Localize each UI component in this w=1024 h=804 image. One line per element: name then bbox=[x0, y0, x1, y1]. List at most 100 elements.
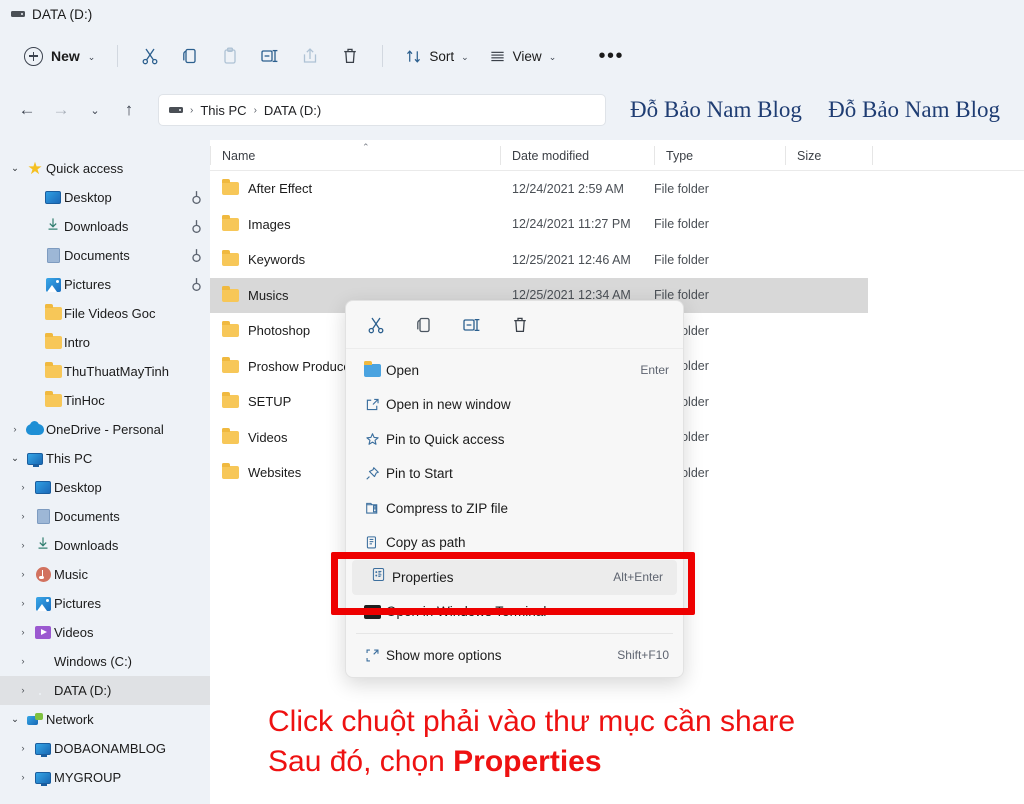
chevron-right-icon[interactable]: › bbox=[14, 743, 32, 754]
table-row[interactable]: Keywords 12/25/2021 12:46 AM File folder bbox=[210, 242, 1024, 278]
more-button[interactable]: ••• bbox=[591, 38, 631, 74]
forward-button[interactable]: → bbox=[44, 93, 78, 127]
sidebar-item-downloads[interactable]: Downloads ⚲ bbox=[0, 212, 210, 241]
chevron-right-icon[interactable]: › bbox=[14, 627, 32, 638]
command-bar: New ⌄ Sort ⌄ View ⌄ ••• bbox=[0, 28, 1024, 84]
paste-button[interactable] bbox=[210, 38, 250, 74]
rename-button[interactable] bbox=[250, 38, 290, 74]
chevron-right-icon[interactable]: › bbox=[14, 511, 32, 522]
zip-icon bbox=[358, 500, 386, 517]
file-name-cell[interactable]: SETUP bbox=[222, 384, 291, 420]
sidebar-item-pictures[interactable]: Pictures ⚲ bbox=[0, 270, 210, 299]
sort-button[interactable]: Sort ⌄ bbox=[395, 38, 478, 74]
chevron-down-icon[interactable]: ⌄ bbox=[6, 453, 24, 464]
chevron-down-icon: ⌄ bbox=[461, 51, 469, 62]
desktop-icon bbox=[32, 481, 54, 494]
view-button[interactable]: View ⌄ bbox=[479, 38, 567, 74]
navigation-pane[interactable]: ⌄ ★ Quick access Desktop ⚲ Downloads ⚲ Document… bbox=[0, 140, 210, 804]
pin-icon[interactable]: ⚲ bbox=[191, 247, 202, 265]
context-menu-item-pin-to-start[interactable]: Pin to Start bbox=[346, 457, 683, 492]
delete-icon bbox=[344, 48, 357, 64]
context-menu-item-compress-to-zip-file[interactable]: Compress to ZIP file bbox=[346, 491, 683, 526]
sidebar-item-documents[interactable]: Documents ⚲ bbox=[0, 241, 210, 270]
sidebar-item-file-videos-goc[interactable]: File Videos Goc bbox=[0, 299, 210, 328]
context-rename-button[interactable] bbox=[452, 307, 492, 343]
context-menu-item-open[interactable]: Open Enter bbox=[346, 353, 683, 388]
sidebar-item-label: Pictures bbox=[64, 277, 111, 292]
recent-locations-button[interactable]: ⌄ bbox=[78, 93, 112, 127]
sidebar-item-downloads[interactable]: › Downloads bbox=[0, 531, 210, 560]
context-menu-item-pin-to-quick-access[interactable]: Pin to Quick access bbox=[346, 422, 683, 457]
rename-icon bbox=[463, 318, 480, 331]
chevron-right-icon[interactable]: › bbox=[14, 482, 32, 493]
chevron-right-icon[interactable]: › bbox=[14, 772, 32, 783]
chevron-right-icon[interactable]: › bbox=[6, 424, 24, 435]
sidebar-item-desktop[interactable]: Desktop ⚲ bbox=[0, 183, 210, 212]
context-menu-item-open-in-windows-terminal[interactable]: >_ Open in Windows Terminal bbox=[346, 595, 683, 630]
cloud-icon bbox=[26, 421, 44, 435]
sidebar-item-videos[interactable]: › Videos bbox=[0, 618, 210, 647]
file-name-cell[interactable]: Keywords bbox=[222, 242, 305, 278]
chevron-right-icon[interactable]: › bbox=[14, 598, 32, 609]
context-menu-item-copy-as-path[interactable]: Copy as path bbox=[346, 526, 683, 561]
context-menu-item-properties[interactable]: Properties Alt+Enter bbox=[352, 560, 677, 595]
file-name-cell[interactable]: Proshow Produce bbox=[222, 349, 351, 385]
sidebar-item-music[interactable]: › Music bbox=[0, 560, 210, 589]
column-header-date-modified[interactable]: Date modified bbox=[500, 140, 654, 171]
table-row[interactable]: After Effect 12/24/2021 2:59 AM File folde… bbox=[210, 171, 1024, 207]
file-name-cell[interactable]: Musics bbox=[222, 278, 288, 314]
sidebar-item-thuthuatmaytinh[interactable]: ThuThuatMayTinh bbox=[0, 357, 210, 386]
sidebar-item-network[interactable]: ⌄ Network bbox=[0, 705, 210, 734]
delete-button[interactable] bbox=[330, 38, 370, 74]
pin-icon[interactable]: ⚲ bbox=[191, 189, 202, 207]
context-menu[interactable]: Open Enter Open in new window Pin to Quick … bbox=[345, 300, 684, 678]
sidebar-item-this-pc[interactable]: ⌄ This PC bbox=[0, 444, 210, 473]
sidebar-item-pictures[interactable]: › Pictures bbox=[0, 589, 210, 618]
table-row[interactable]: Images 12/24/2021 11:27 PM File folder bbox=[210, 207, 1024, 243]
breadcrumb-this-pc[interactable]: This PC bbox=[200, 103, 246, 118]
column-header-type[interactable]: Type bbox=[654, 140, 785, 171]
context-menu-item-open-in-new-window[interactable]: Open in new window bbox=[346, 388, 683, 423]
chevron-right-icon[interactable]: › bbox=[14, 656, 32, 667]
sidebar-item-intro[interactable]: Intro bbox=[0, 328, 210, 357]
column-header-size[interactable]: Size bbox=[785, 140, 872, 171]
column-header-name[interactable]: Name bbox=[210, 140, 500, 171]
new-window-icon bbox=[358, 396, 386, 413]
file-name-cell[interactable]: Videos bbox=[222, 420, 288, 456]
chevron-right-icon[interactable]: › bbox=[14, 569, 32, 580]
context-delete-button[interactable] bbox=[500, 307, 540, 343]
sidebar-item-desktop[interactable]: › Desktop bbox=[0, 473, 210, 502]
sidebar-item-data-d[interactable]: › DATA (D:) bbox=[0, 676, 210, 705]
sidebar-item-tinhoc[interactable]: TinHoc bbox=[0, 386, 210, 415]
share-button[interactable] bbox=[290, 38, 330, 74]
sidebar-item-documents[interactable]: › Documents bbox=[0, 502, 210, 531]
breadcrumb-data-drive[interactable]: DATA (D:) bbox=[264, 103, 321, 118]
pin-icon[interactable]: ⚲ bbox=[191, 276, 202, 294]
context-copy-button[interactable] bbox=[404, 307, 444, 343]
sidebar-item-windows-c[interactable]: › Windows (C:) bbox=[0, 647, 210, 676]
chevron-right-icon[interactable]: › bbox=[14, 540, 32, 551]
cut-button[interactable] bbox=[130, 38, 170, 74]
sidebar-item-mygroup[interactable]: › MYGROUP bbox=[0, 763, 210, 792]
file-name-cell[interactable]: Images bbox=[222, 207, 291, 243]
file-name-cell[interactable]: Photoshop bbox=[222, 313, 310, 349]
context-menu-item-show-more-options[interactable]: Show more options Shift+F10 bbox=[346, 638, 683, 673]
new-button[interactable]: New ⌄ bbox=[14, 41, 105, 72]
sidebar-item-quick-access[interactable]: ⌄ ★ Quick access bbox=[0, 154, 210, 183]
context-cut-button[interactable] bbox=[356, 307, 396, 343]
file-name-cell[interactable]: Websites bbox=[222, 455, 301, 491]
sidebar-item-onedrive-personal[interactable]: › OneDrive - Personal bbox=[0, 415, 210, 444]
context-menu-item-label: Copy as path bbox=[386, 535, 466, 551]
pc-icon bbox=[24, 452, 46, 467]
copy-icon bbox=[183, 48, 196, 64]
pin-icon[interactable]: ⚲ bbox=[191, 218, 202, 236]
address-bar[interactable]: › This PC › DATA (D:) bbox=[158, 94, 606, 126]
file-name-cell[interactable]: After Effect bbox=[222, 171, 312, 207]
chevron-down-icon[interactable]: ⌄ bbox=[6, 714, 24, 725]
back-button[interactable]: ← bbox=[10, 93, 44, 127]
chevron-down-icon[interactable]: ⌄ bbox=[6, 163, 24, 174]
up-button[interactable]: ↑ bbox=[112, 93, 146, 127]
copy-button[interactable] bbox=[170, 38, 210, 74]
chevron-right-icon[interactable]: › bbox=[14, 685, 32, 696]
sidebar-item-dobaonamblog[interactable]: › DOBAONAMBLOG bbox=[0, 734, 210, 763]
